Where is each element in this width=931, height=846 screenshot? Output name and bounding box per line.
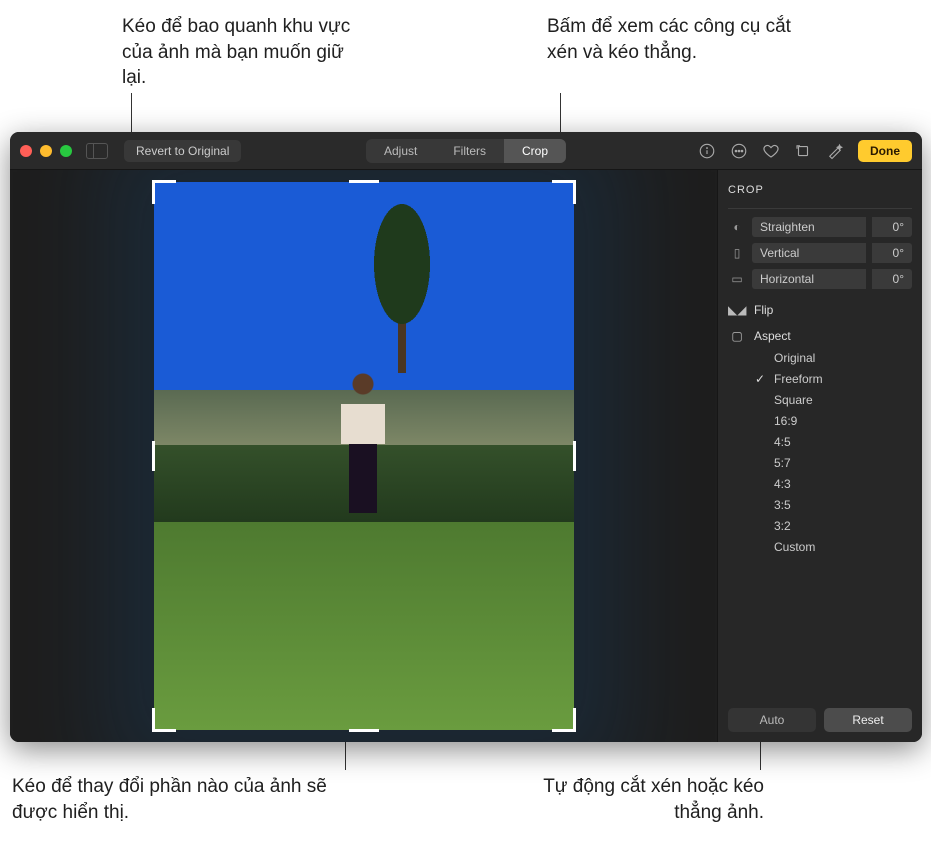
crop-handle-top-right[interactable] <box>552 180 576 204</box>
aspect-3-2[interactable]: ✓3:2 <box>754 519 912 533</box>
horizontal-value[interactable]: 0° <box>872 269 912 289</box>
maximize-window-button[interactable] <box>60 145 72 157</box>
photo-preview[interactable] <box>154 182 574 730</box>
tab-crop[interactable]: Crop <box>504 139 566 163</box>
callout-crop-tools: Bấm để xem các công cụ cắt xén và kéo th… <box>547 14 797 65</box>
auto-enhance-icon[interactable] <box>826 142 844 160</box>
vertical-value[interactable]: 0° <box>872 243 912 263</box>
edit-mode-segmented-control: Adjust Filters Crop <box>366 139 566 163</box>
minimize-window-button[interactable] <box>40 145 52 157</box>
panel-bottom-buttons: Auto Reset <box>728 708 912 732</box>
reset-button[interactable]: Reset <box>824 708 912 732</box>
flip-icon: ◣◢ <box>728 303 746 317</box>
vertical-row[interactable]: ▯ Vertical 0° <box>728 243 912 263</box>
callout-crop-corner: Kéo để bao quanh khu vực của ảnh mà bạn … <box>122 14 372 91</box>
aspect-custom[interactable]: ✓Custom <box>754 540 912 554</box>
aspect-item-label: 5:7 <box>774 456 791 470</box>
straighten-value[interactable]: 0° <box>872 217 912 237</box>
aspect-5-7[interactable]: ✓5:7 <box>754 456 912 470</box>
crop-canvas[interactable] <box>10 170 717 742</box>
straighten-row[interactable]: ◐ Straighten 0° <box>728 217 912 237</box>
aspect-freeform[interactable]: ✓Freeform <box>754 372 912 386</box>
aspect-16-9[interactable]: ✓16:9 <box>754 414 912 428</box>
window-controls <box>20 145 72 157</box>
aspect-item-label: 3:5 <box>774 498 791 512</box>
aspect-header[interactable]: ▢ Aspect <box>728 329 912 343</box>
straighten-icon: ◐ <box>728 220 746 234</box>
info-icon[interactable] <box>698 142 716 160</box>
revert-to-original-button[interactable]: Revert to Original <box>124 140 241 162</box>
horizontal-label: Horizontal <box>752 269 866 289</box>
callout-auto: Tự động cắt xén hoặc kéo thẳng ảnh. <box>494 774 764 825</box>
crop-handle-top[interactable] <box>349 180 379 183</box>
vertical-label: Vertical <box>752 243 866 263</box>
crop-handle-bottom-left[interactable] <box>152 708 176 732</box>
more-icon[interactable] <box>730 142 748 160</box>
sidebar-toggle-icon[interactable] <box>86 143 108 159</box>
aspect-square[interactable]: ✓Square <box>754 393 912 407</box>
horizontal-row[interactable]: ▭ Horizontal 0° <box>728 269 912 289</box>
aspect-item-label: 4:5 <box>774 435 791 449</box>
toolbar-right: Done <box>698 140 912 162</box>
aspect-item-label: 4:3 <box>774 477 791 491</box>
aspect-item-label: 16:9 <box>774 414 797 428</box>
aspect-4-3[interactable]: ✓4:3 <box>754 477 912 491</box>
crop-handle-left[interactable] <box>152 441 155 471</box>
panel-title: CROP <box>728 184 912 196</box>
vertical-perspective-icon: ▯ <box>728 246 746 260</box>
auto-button[interactable]: Auto <box>728 708 816 732</box>
crop-handle-bottom-right[interactable] <box>552 708 576 732</box>
photos-edit-window: Revert to Original Adjust Filters Crop D… <box>10 132 922 742</box>
callout-drag-area: Kéo để thay đổi phần nào của ảnh sẽ được… <box>12 774 332 825</box>
flip-label: Flip <box>754 303 773 317</box>
divider <box>728 208 912 209</box>
aspect-item-label: Custom <box>774 540 815 554</box>
aspect-4-5[interactable]: ✓4:5 <box>754 435 912 449</box>
editor-content: CROP ◐ Straighten 0° ▯ Vertical 0° ▭ Hor… <box>10 170 922 742</box>
aspect-list: ✓Original ✓Freeform ✓Square ✓16:9 ✓4:5 ✓… <box>754 351 912 554</box>
horizontal-perspective-icon: ▭ <box>728 272 746 286</box>
favorite-icon[interactable] <box>762 142 780 160</box>
close-window-button[interactable] <box>20 145 32 157</box>
tab-filters[interactable]: Filters <box>435 139 504 163</box>
aspect-item-label: Original <box>774 351 815 365</box>
tab-adjust[interactable]: Adjust <box>366 139 435 163</box>
aspect-label: Aspect <box>754 329 791 343</box>
crop-handle-right[interactable] <box>573 441 576 471</box>
aspect-item-label: 3:2 <box>774 519 791 533</box>
aspect-icon: ▢ <box>728 329 746 343</box>
aspect-original[interactable]: ✓Original <box>754 351 912 365</box>
flip-button[interactable]: ◣◢ Flip <box>728 303 912 317</box>
crop-handle-bottom[interactable] <box>349 729 379 732</box>
crop-handle-top-left[interactable] <box>152 180 176 204</box>
titlebar: Revert to Original Adjust Filters Crop D… <box>10 132 922 170</box>
done-button[interactable]: Done <box>858 140 912 162</box>
aspect-item-label: Square <box>774 393 813 407</box>
rotate-icon[interactable] <box>794 142 812 160</box>
aspect-item-label: Freeform <box>774 372 823 386</box>
crop-side-panel: CROP ◐ Straighten 0° ▯ Vertical 0° ▭ Hor… <box>717 170 922 742</box>
straighten-label: Straighten <box>752 217 866 237</box>
aspect-3-5[interactable]: ✓3:5 <box>754 498 912 512</box>
